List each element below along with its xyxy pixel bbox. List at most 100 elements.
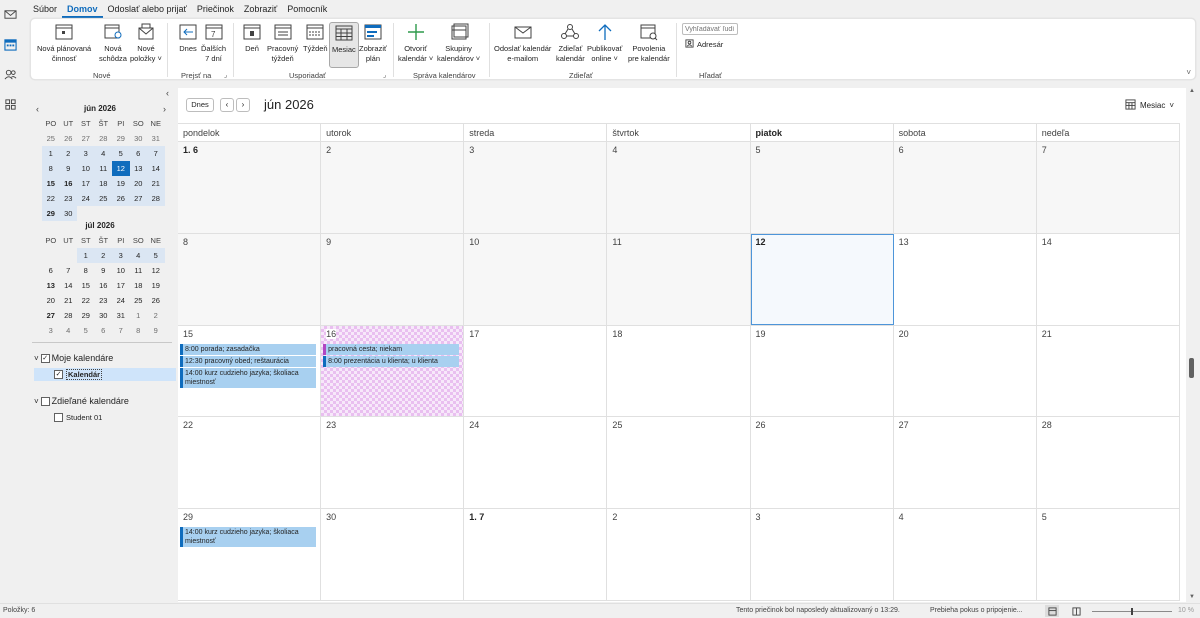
mini-day[interactable]: 7 bbox=[112, 323, 130, 338]
tab-pomocnik[interactable]: Pomocník bbox=[282, 0, 332, 18]
mini-day[interactable]: 8 bbox=[77, 263, 95, 278]
mini-day[interactable]: 29 bbox=[112, 131, 130, 146]
calendar-icon[interactable] bbox=[2, 36, 18, 52]
zoom-slider-thumb[interactable] bbox=[1131, 608, 1133, 615]
calendar-checkbox[interactable]: ✓ bbox=[54, 370, 63, 379]
prev-month-icon[interactable]: ‹ bbox=[36, 102, 39, 116]
day-cell[interactable]: 26 bbox=[751, 417, 894, 509]
mini-day[interactable]: 8 bbox=[130, 323, 148, 338]
tab-odoslat[interactable]: Odoslať alebo prijať bbox=[103, 0, 192, 18]
day-cell[interactable]: 29 14:00 kurz cudzieho jazyka; školiaca … bbox=[178, 509, 322, 600]
mini-day[interactable]: 1 bbox=[77, 248, 95, 263]
my-calendars-group[interactable]: ˅ ✓ Moje kalendáre bbox=[34, 353, 113, 363]
mini-day[interactable]: 20 bbox=[129, 176, 147, 191]
mini-day[interactable]: 12 bbox=[112, 161, 130, 176]
share-calendar-button[interactable]: Zdieľať kalendár bbox=[556, 22, 585, 63]
mini-day[interactable]: 28 bbox=[95, 131, 113, 146]
mini-day[interactable]: 15 bbox=[77, 278, 95, 293]
mail-icon[interactable] bbox=[2, 6, 18, 22]
mini-day[interactable]: 4 bbox=[129, 248, 147, 263]
month-view-button[interactable]: Mesiac bbox=[329, 22, 359, 68]
mini-day[interactable]: 22 bbox=[77, 293, 95, 308]
mini-day[interactable]: 14 bbox=[60, 278, 78, 293]
tab-subor[interactable]: Súbor bbox=[28, 0, 62, 18]
day-cell[interactable]: 10 bbox=[464, 233, 608, 325]
student-checkbox[interactable] bbox=[54, 413, 63, 422]
mini-day[interactable]: 29 bbox=[77, 308, 95, 323]
mini-day[interactable]: 25 bbox=[130, 293, 148, 308]
calendar-folder-item[interactable]: ✓ Kalendár bbox=[34, 368, 176, 381]
mini-day[interactable]: 13 bbox=[129, 161, 147, 176]
dialog-launcher-icon[interactable]: ⌟ bbox=[224, 71, 227, 79]
today-button[interactable]: Dnes bbox=[186, 98, 214, 112]
work-week-button[interactable]: Pracovný týždeň bbox=[267, 22, 298, 63]
day-cell[interactable]: 27 bbox=[894, 417, 1037, 509]
mini-day[interactable]: 26 bbox=[112, 191, 130, 206]
day-cell[interactable]: 3 bbox=[751, 509, 894, 600]
day-cell[interactable]: 28 bbox=[1037, 417, 1180, 509]
day-cell[interactable]: 6 bbox=[893, 142, 1037, 233]
mini-day[interactable]: 1 bbox=[42, 146, 60, 161]
tab-domov[interactable]: Domov bbox=[62, 0, 103, 18]
mini-day[interactable]: 19 bbox=[112, 176, 130, 191]
mini-day[interactable]: 21 bbox=[60, 293, 78, 308]
scroll-up-icon[interactable]: ▲ bbox=[1189, 88, 1195, 94]
mini-day[interactable]: 21 bbox=[147, 176, 165, 191]
day-cell[interactable]: 25 bbox=[607, 417, 751, 509]
calendar-permissions-button[interactable]: Povolenia pre kalendár bbox=[628, 22, 670, 63]
next-arrow-icon[interactable]: › bbox=[236, 98, 250, 112]
mini-day[interactable]: 3 bbox=[42, 323, 60, 338]
mini-day[interactable]: 4 bbox=[60, 323, 78, 338]
today-cell[interactable]: 12 bbox=[750, 233, 894, 325]
new-items-button[interactable]: Nové položky ˅ bbox=[130, 22, 162, 63]
chevron-down-icon[interactable]: ˅ bbox=[34, 354, 39, 363]
mini-day[interactable]: 28 bbox=[147, 191, 165, 206]
day-cell[interactable]: 5 bbox=[750, 142, 894, 233]
my-calendars-checkbox[interactable]: ✓ bbox=[40, 353, 50, 363]
mini-day[interactable]: 26 bbox=[60, 131, 78, 146]
mini-day[interactable]: 20 bbox=[42, 293, 60, 308]
mini-day[interactable]: 6 bbox=[95, 323, 113, 338]
mini-day[interactable]: 23 bbox=[95, 293, 113, 308]
day-cell[interactable]: 18 bbox=[607, 325, 751, 417]
mini-day[interactable]: 5 bbox=[147, 248, 165, 263]
ribbon-collapse-icon[interactable]: ˅ bbox=[1186, 68, 1191, 77]
day-cell[interactable]: 1. 7 bbox=[464, 509, 608, 600]
mini-day[interactable]: 16 bbox=[59, 176, 77, 191]
mini-day[interactable]: 9 bbox=[59, 161, 77, 176]
calendar-event[interactable]: 14:00 kurz cudzieho jazyka; školiaca mie… bbox=[180, 527, 316, 548]
day-cell[interactable]: 17 bbox=[464, 325, 608, 417]
mini-day[interactable]: 7 bbox=[147, 146, 165, 161]
day-cell[interactable]: 21 bbox=[1037, 325, 1180, 417]
schedule-view-button[interactable]: Zobraziť plán bbox=[359, 22, 387, 63]
mini-day[interactable]: 3 bbox=[77, 146, 95, 161]
day-view-button[interactable]: Deň bbox=[241, 22, 263, 54]
day-cell[interactable]: 4 bbox=[894, 509, 1037, 600]
mini-day[interactable]: 19 bbox=[147, 278, 165, 293]
mini-day[interactable]: 9 bbox=[147, 323, 165, 338]
new-appointment-button[interactable]: Nová plánovaná činnosť bbox=[37, 22, 91, 63]
mini-day[interactable]: 9 bbox=[95, 263, 113, 278]
day-cell[interactable]: 16 pracovná cesta; niekam 8:00 prezentác… bbox=[321, 325, 465, 417]
day-cell[interactable]: 11 bbox=[607, 233, 751, 325]
normal-view-icon[interactable] bbox=[1045, 605, 1059, 617]
day-cell[interactable]: 22 bbox=[178, 417, 322, 509]
mini-day[interactable]: 5 bbox=[77, 323, 95, 338]
dialog-launcher-icon[interactable]: ⌟ bbox=[383, 71, 386, 79]
calendar-event[interactable]: 8:00 porada; zasadačka bbox=[180, 343, 316, 355]
mini-day[interactable]: 27 bbox=[129, 191, 147, 206]
mini-day[interactable]: 6 bbox=[42, 263, 60, 278]
mini-day[interactable]: 4 bbox=[94, 146, 112, 161]
day-cell[interactable]: 15 8:00 porada; zasadačka 12:30 pracovný… bbox=[178, 325, 322, 417]
day-cell[interactable]: 3 bbox=[464, 142, 608, 233]
mini-day[interactable]: 3 bbox=[112, 248, 130, 263]
prev-arrow-icon[interactable]: ‹ bbox=[220, 98, 234, 112]
calendar-groups-button[interactable]: Skupiny kalendárov ˅ bbox=[437, 22, 480, 63]
search-people-input[interactable] bbox=[682, 23, 738, 35]
chevron-down-icon[interactable]: ˅ bbox=[34, 397, 39, 406]
tab-priecinok[interactable]: Priečinok bbox=[192, 0, 239, 18]
day-cell[interactable]: 30 bbox=[321, 509, 465, 600]
mini-day[interactable]: 7 bbox=[60, 263, 78, 278]
day-cell[interactable]: 1. 6 bbox=[178, 142, 322, 233]
mini-day[interactable]: 28 bbox=[60, 308, 78, 323]
